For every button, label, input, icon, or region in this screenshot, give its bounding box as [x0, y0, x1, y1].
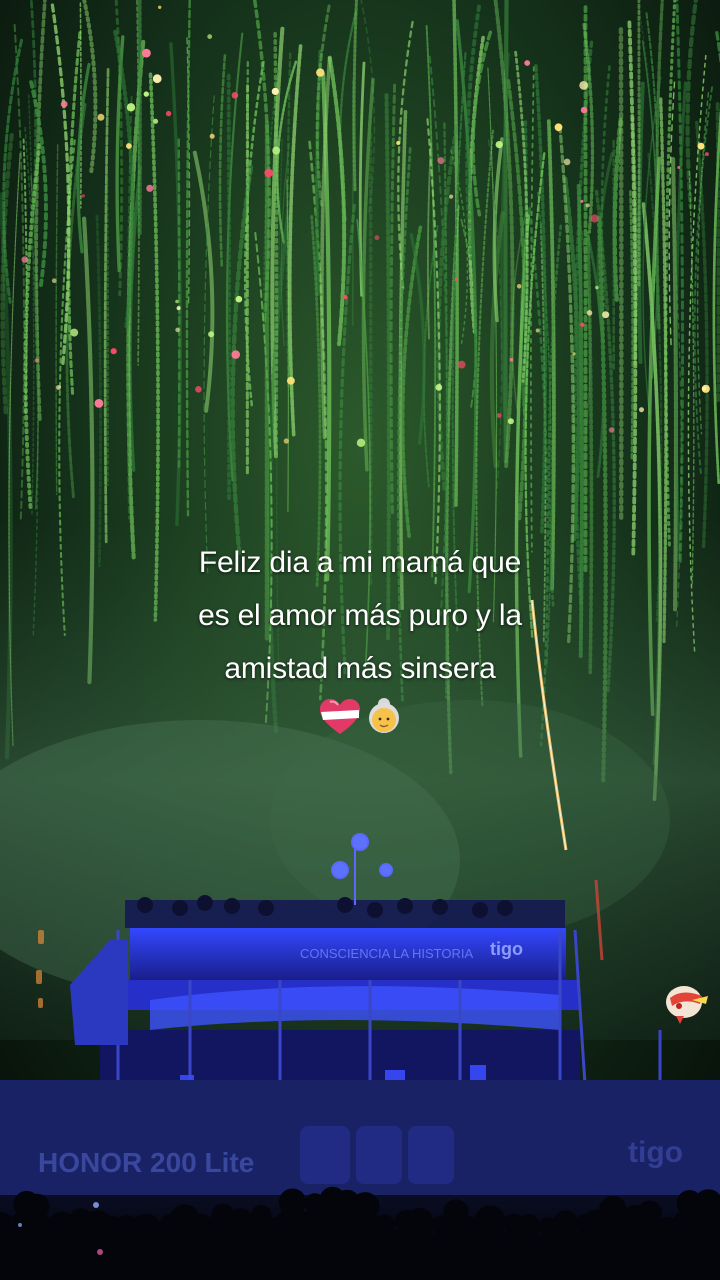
- firework-spark: [586, 310, 593, 316]
- firework-spark: [51, 278, 57, 284]
- firework-spark: [602, 311, 610, 319]
- barrier-panels: [300, 1126, 454, 1184]
- firework-streak: [79, 2, 82, 209]
- firework-spark: [563, 158, 571, 166]
- firework-spark: [590, 214, 599, 223]
- firework-streak: [503, 0, 509, 464]
- firework-spark: [435, 384, 443, 391]
- firework-spark: [153, 118, 159, 124]
- caption-line-2: es el amor más puro y la: [198, 599, 522, 632]
- firework-spark: [287, 376, 295, 385]
- firework-spark: [231, 350, 240, 359]
- firework-spark: [176, 306, 181, 311]
- firework-spark: [158, 5, 162, 9]
- firework-spark: [231, 92, 239, 99]
- caption-text: Feliz dia a mi mamá que es el amor más p…: [120, 536, 600, 695]
- crowd-body: [707, 1226, 720, 1280]
- firework-spark: [580, 322, 585, 327]
- firework-spark: [143, 91, 149, 97]
- firework-spark: [495, 141, 503, 149]
- caption-line-1: Feliz dia a mi mamá que: [198, 546, 522, 579]
- firework-spark: [94, 399, 104, 408]
- firework-spark: [97, 113, 105, 121]
- barrier-sponsor-text: HONOR 200 Lite: [38, 1147, 254, 1178]
- firework-streak: [105, 170, 110, 487]
- firework-spark: [56, 385, 61, 390]
- firework-spark: [449, 194, 454, 199]
- firework-spark: [554, 123, 563, 132]
- firework-spark: [507, 418, 514, 425]
- firework-spark: [235, 295, 243, 303]
- firework-spark: [585, 203, 590, 208]
- caption-line-3: amistad más sinsera: [224, 652, 496, 685]
- firework-spark: [579, 81, 589, 90]
- firework-spark: [126, 103, 136, 112]
- crowd-head: [373, 1214, 396, 1237]
- firework-spark: [283, 438, 289, 444]
- firework-spark: [146, 184, 154, 192]
- firework-spark: [356, 438, 366, 447]
- firework-spark: [595, 285, 599, 290]
- firework-spark: [677, 166, 681, 169]
- firework-spark: [34, 358, 39, 363]
- firework-spark: [396, 141, 401, 145]
- firework-spark: [272, 146, 281, 155]
- firework-spark: [110, 348, 117, 355]
- firework-spark: [70, 328, 79, 337]
- firework-spark: [639, 407, 644, 413]
- firework-spark: [271, 87, 279, 95]
- firework-spark: [60, 100, 68, 108]
- firework-spark: [165, 110, 172, 117]
- firework-spark: [580, 199, 584, 203]
- firework-spark: [516, 284, 522, 289]
- caption-emojis: [320, 698, 399, 734]
- firework-spark: [208, 331, 215, 338]
- heart-with-ribbon-icon: [320, 699, 360, 734]
- firework-streak: [715, 101, 720, 402]
- firework-spark: [142, 48, 151, 58]
- firework-spark: [316, 68, 325, 77]
- firework-spark: [207, 34, 213, 39]
- firework-spark: [437, 157, 445, 165]
- firework-spark: [175, 299, 179, 304]
- firework-spark: [702, 386, 707, 391]
- firework-spark: [580, 106, 588, 114]
- firework-spark: [524, 60, 531, 66]
- firework-spark: [535, 328, 540, 333]
- firework-spark: [264, 168, 274, 178]
- barrier-logo: tigo: [628, 1136, 683, 1169]
- firework-spark: [509, 358, 514, 362]
- firework-spark: [195, 386, 202, 393]
- cartoon-sticker-icon: [666, 986, 708, 1024]
- firework-spark: [454, 277, 459, 281]
- stage-banner-logo: tigo: [490, 939, 523, 959]
- firework-spark: [81, 194, 86, 198]
- firework-spark: [572, 352, 576, 356]
- firework-spark: [704, 152, 709, 157]
- firework-spark: [342, 294, 348, 300]
- stage-banner-text: CONSCIENCIA LA HISTORIA: [300, 946, 473, 961]
- firework-spark: [175, 327, 180, 333]
- firework-spark: [125, 143, 132, 149]
- older-woman-icon: [369, 698, 399, 733]
- firework-spark: [209, 133, 215, 139]
- firework-spark: [496, 413, 502, 418]
- firework-spark: [457, 360, 466, 369]
- firework-spark: [697, 142, 705, 150]
- firework-spark: [152, 74, 162, 84]
- firework-spark: [21, 256, 29, 263]
- firework-spark: [608, 427, 615, 433]
- firework-spark: [374, 235, 380, 241]
